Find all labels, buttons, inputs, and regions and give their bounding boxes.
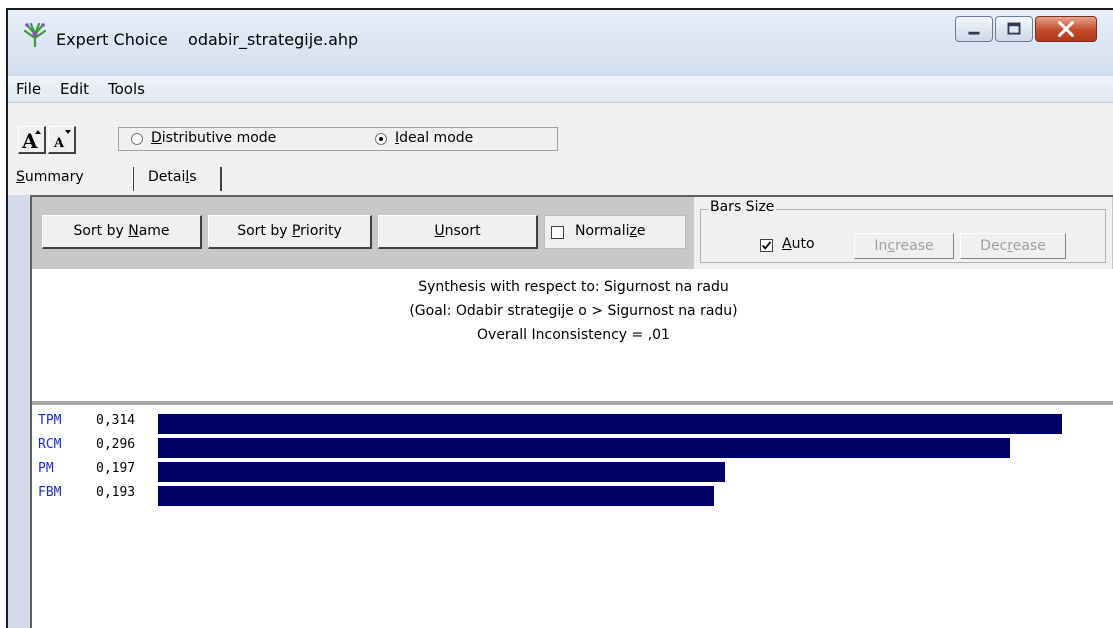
svg-text:A: A [53, 136, 65, 151]
priority-bar [158, 462, 725, 482]
maximize-button[interactable] [995, 16, 1033, 42]
expert-choice-logo-icon [22, 22, 48, 48]
font-increase-icon: A [21, 129, 41, 153]
tab-divider [132, 167, 134, 191]
font-decrease-icon: A [53, 130, 71, 151]
result-row-tpm[interactable]: TPM 0,314 [32, 413, 1113, 435]
distributive-mode-radio[interactable] [131, 133, 143, 145]
priority-bar [158, 438, 1010, 458]
result-label: FBM [38, 485, 62, 500]
bars-size-legend: Bars Size [708, 199, 777, 215]
decrease-button[interactable]: Decrease [960, 233, 1066, 259]
minimize-icon [968, 31, 980, 35]
check-icon [761, 241, 772, 250]
priority-bar [158, 414, 1062, 434]
mode-radio-group: Distributive mode Ideal mode [118, 127, 558, 151]
expert-choice-window: Expert Choice odabir_strategije.ahp File… [6, 8, 1113, 628]
ideal-mode-label[interactable]: Ideal mode [395, 130, 473, 146]
title-bar: Expert Choice odabir_strategije.ahp [8, 10, 1113, 76]
menu-edit[interactable]: Edit [60, 80, 89, 98]
increase-button[interactable]: Increase [854, 233, 954, 259]
auto-label[interactable]: Auto [782, 236, 815, 252]
normalize-option[interactable]: Normalize [544, 215, 686, 249]
normalize-checkbox[interactable] [551, 226, 564, 239]
result-value: 0,296 [96, 437, 136, 452]
synthesis-title: Synthesis with respect to: Sigurnost na … [418, 279, 729, 295]
normalize-label[interactable]: Normalize [575, 223, 646, 239]
ideal-mode-radio[interactable] [375, 133, 387, 145]
tab-details[interactable]: Details [148, 167, 197, 187]
result-label: RCM [38, 437, 62, 452]
result-row-fbm[interactable]: FBM 0,193 [32, 485, 1113, 507]
synthesis-header: Synthesis with respect to: Sigurnost na … [32, 269, 1113, 401]
close-button[interactable] [1035, 16, 1097, 42]
close-icon [1058, 21, 1074, 37]
synthesis-goal: (Goal: Odabir strategije o > Sigurnost n… [409, 303, 738, 319]
priority-bar [158, 486, 714, 506]
decrease-font-button[interactable]: A [48, 126, 76, 154]
overall-inconsistency: Overall Inconsistency = ,01 [477, 327, 670, 343]
bars-size-group: Bars Size Auto Increase Decrease [694, 197, 1112, 269]
menu-file[interactable]: File [16, 80, 41, 98]
auto-checkbox[interactable] [760, 239, 773, 252]
summary-panel: Sort by Name Sort by Priority Unsort Nor… [30, 195, 1113, 628]
result-label: PM [38, 461, 54, 476]
sort-by-priority-button[interactable]: Sort by Priority [208, 215, 372, 249]
results-list: TPM 0,314 RCM 0,296 PM 0,197 FBM 0,193 [32, 405, 1113, 628]
result-value: 0,197 [96, 461, 136, 476]
window-title: Expert Choice odabir_strategije.ahp [56, 30, 359, 49]
result-value: 0,193 [96, 485, 136, 500]
result-row-pm[interactable]: PM 0,197 [32, 461, 1113, 483]
minimize-button[interactable] [955, 16, 993, 42]
view-tabs: Summary Details [8, 163, 1113, 195]
svg-text:A: A [21, 129, 38, 153]
menu-bar: File Edit Tools [8, 76, 1113, 103]
toolbar: A A Distributive mode Ideal mode [8, 103, 1113, 163]
tab-summary[interactable]: Summary [16, 167, 84, 187]
result-value: 0,314 [96, 413, 136, 428]
distributive-mode-label[interactable]: Distributive mode [151, 130, 276, 146]
maximize-icon [1007, 22, 1021, 35]
result-row-rcm[interactable]: RCM 0,296 [32, 437, 1113, 459]
menu-tools[interactable]: Tools [108, 80, 145, 98]
sort-by-name-button[interactable]: Sort by Name [42, 215, 202, 249]
unsort-button[interactable]: Unsort [378, 215, 538, 249]
increase-font-button[interactable]: A [18, 126, 46, 154]
result-label: TPM [38, 413, 62, 428]
sort-button-bar: Sort by Name Sort by Priority Unsort Nor… [32, 197, 1113, 269]
tab-edge [220, 167, 222, 191]
